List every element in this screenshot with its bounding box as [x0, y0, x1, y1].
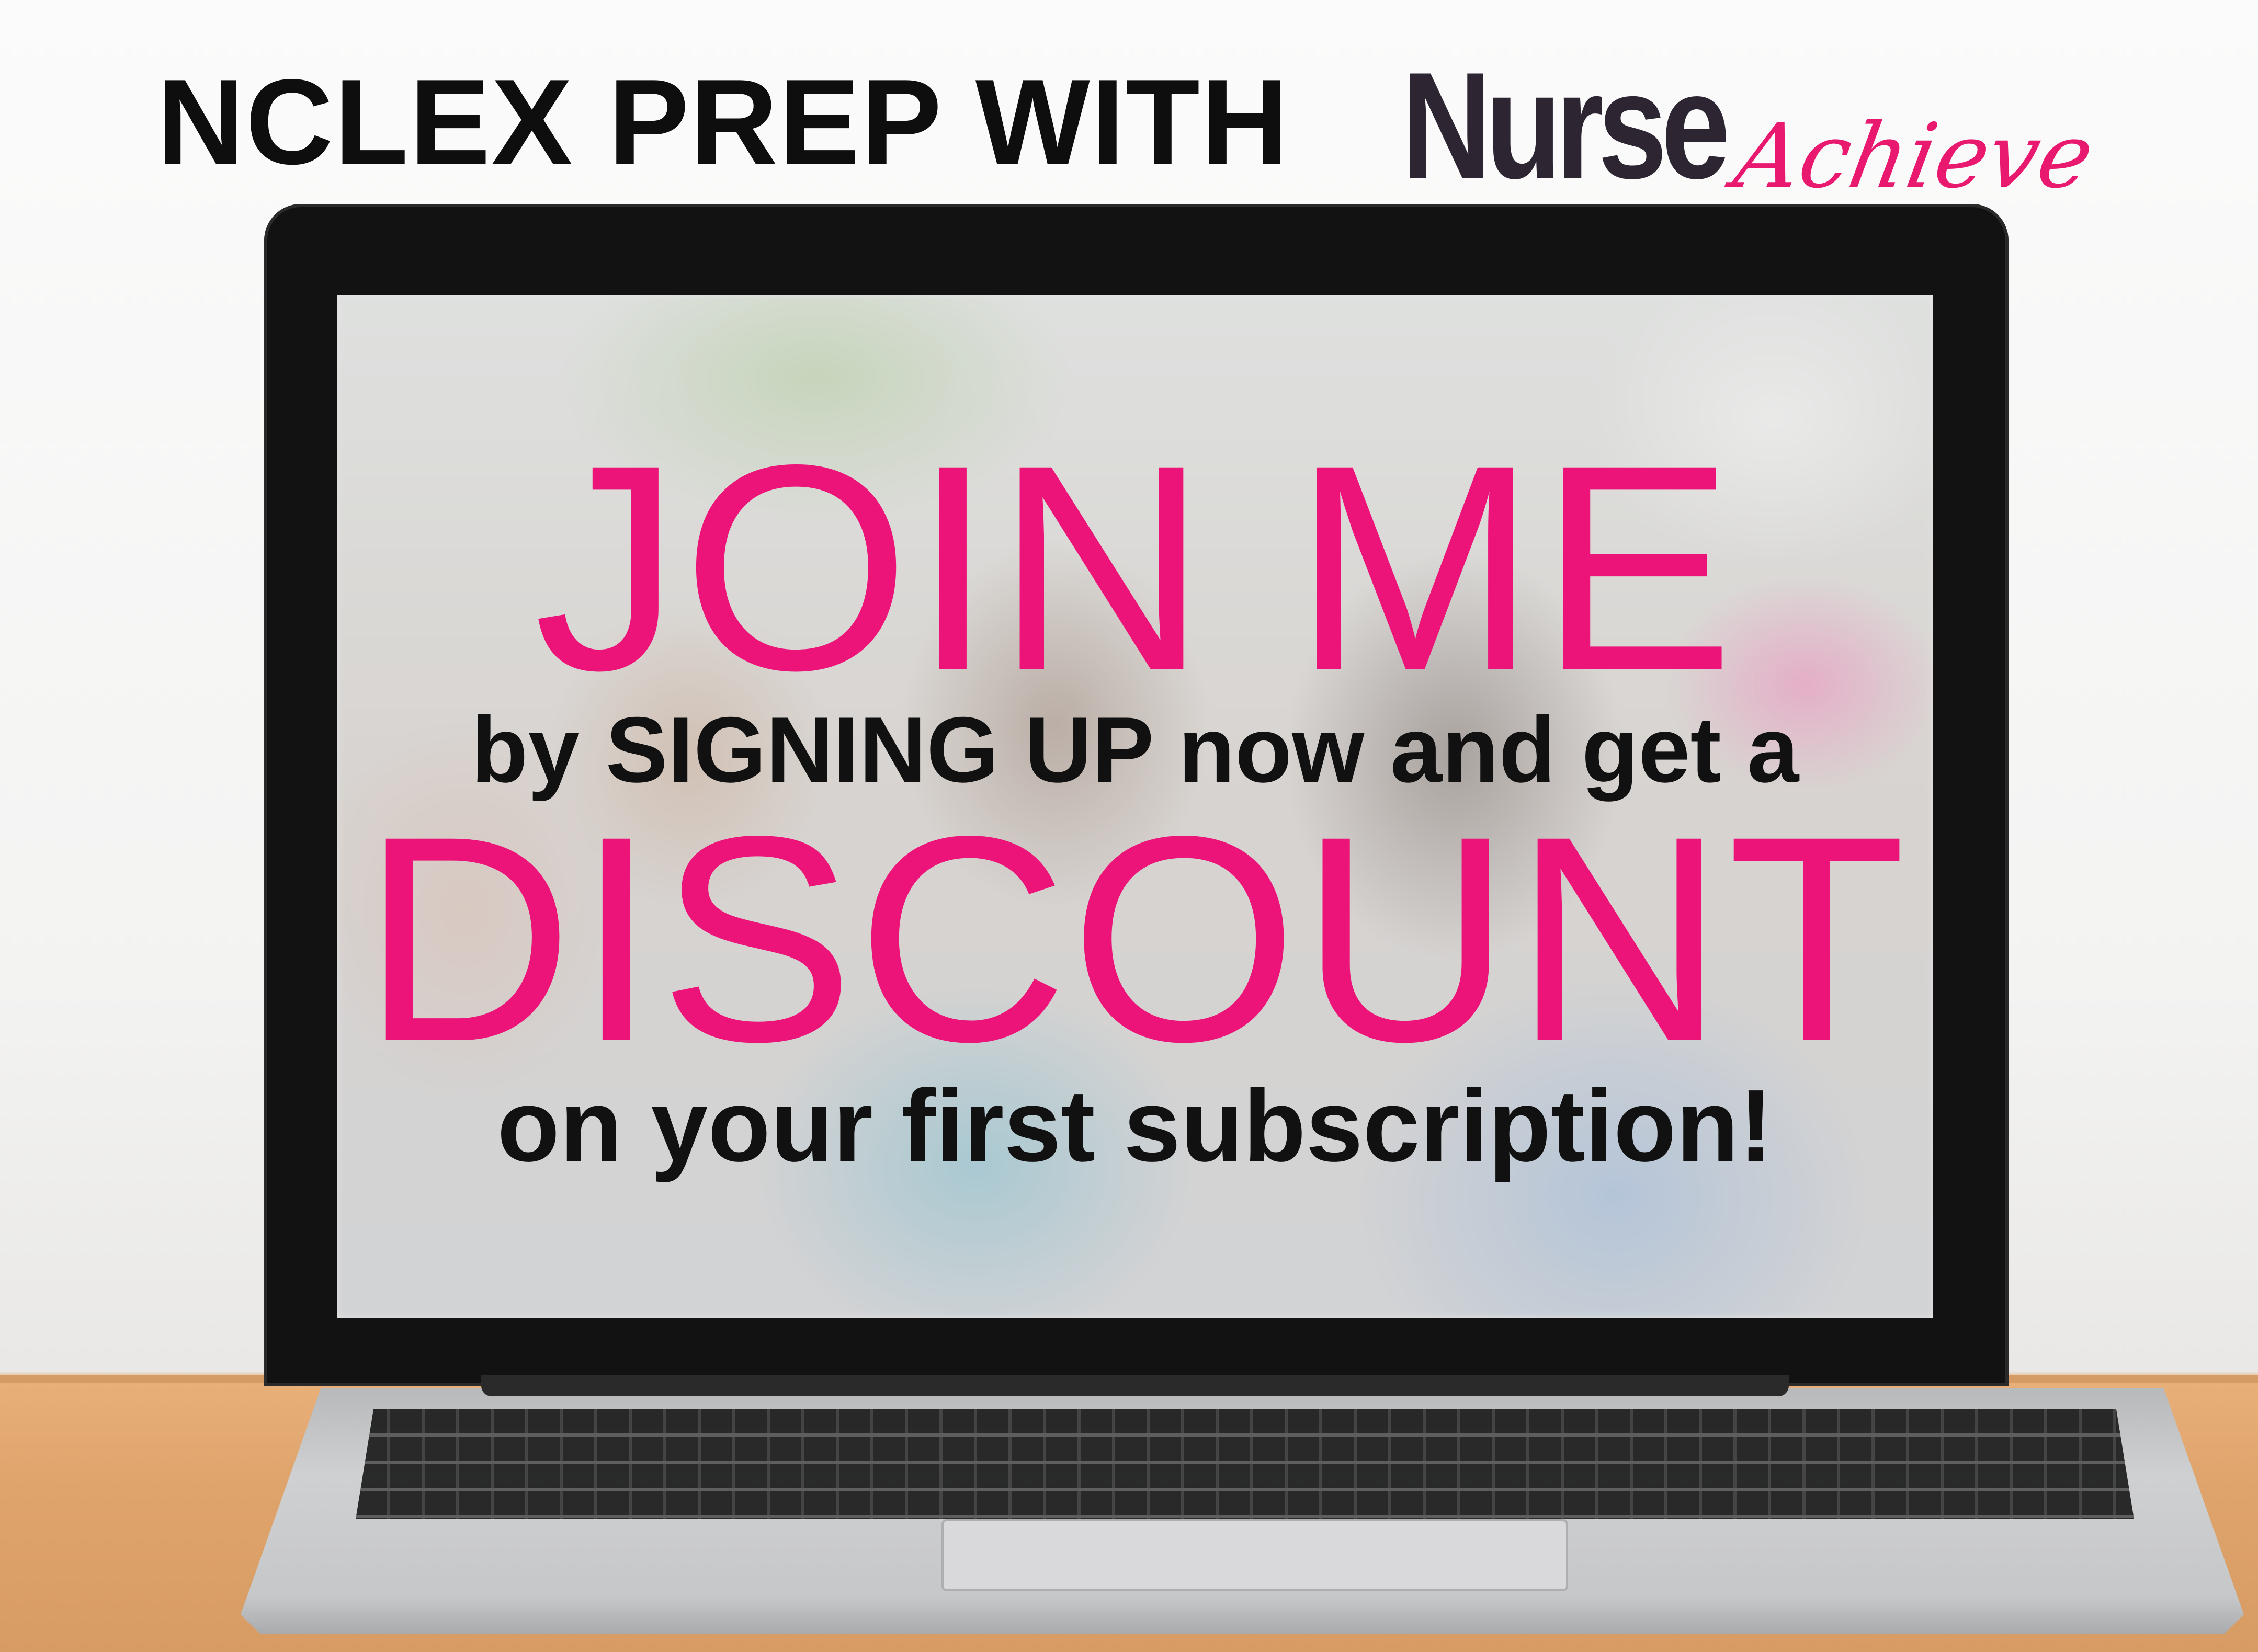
logo-word-nurse: Nurse — [1402, 41, 1730, 210]
discount-heading: DISCOUNT — [361, 775, 1909, 1102]
headline: NCLEX PREP WITH — [157, 54, 1290, 190]
laptop-screen: JOIN ME by SIGNING UP now and get a DISC… — [337, 295, 1933, 1318]
first-subscription-text: on your first subscription! — [497, 1068, 1773, 1183]
logo-word-achieve: Achieve — [1727, 105, 2101, 208]
nurseachieve-logo: Nurse Achieve — [1402, 31, 2134, 210]
laptop-trackpad — [941, 1519, 1568, 1591]
promo-text: JOIN ME by SIGNING UP now and get a DISC… — [337, 295, 1933, 1318]
laptop-keyboard — [356, 1409, 2134, 1519]
header-banner: NCLEX PREP WITH Nurse Achieve — [157, 31, 2144, 210]
join-me-heading: JOIN ME — [534, 404, 1737, 731]
laptop-hinge — [481, 1375, 1789, 1396]
